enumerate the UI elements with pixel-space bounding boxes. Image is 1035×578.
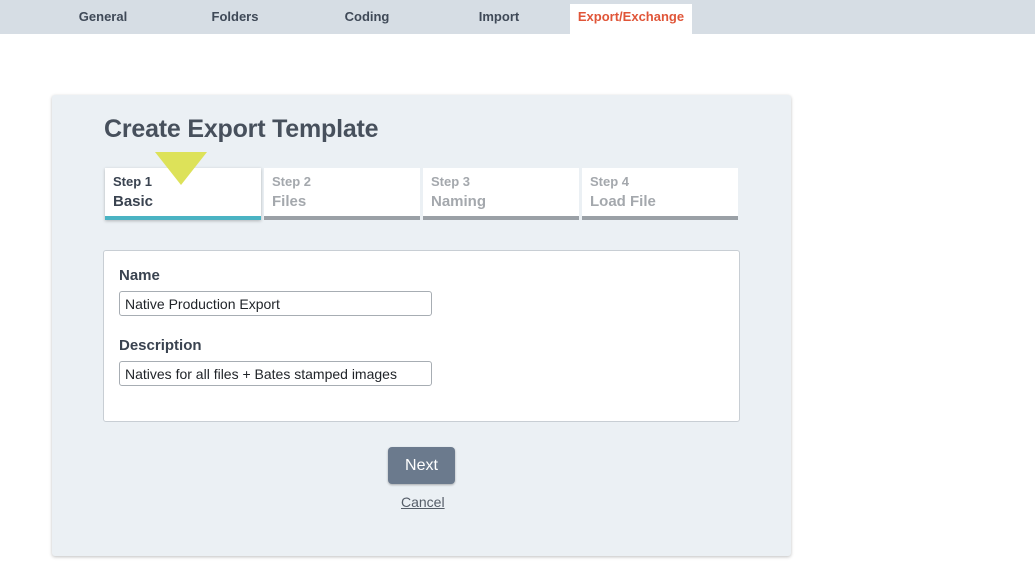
- step-number: Step 1: [113, 174, 153, 189]
- wizard-step-load-file[interactable]: Step 4 Load File: [582, 168, 738, 220]
- export-template-card: Create Export Template Step 1 Basic Step…: [52, 95, 791, 556]
- name-input[interactable]: [119, 291, 432, 316]
- tab-folders[interactable]: Folders: [194, 4, 276, 34]
- step-number: Step 4: [590, 174, 630, 189]
- next-button[interactable]: Next: [388, 447, 455, 484]
- name-label: Name: [119, 267, 160, 284]
- wizard-step-files[interactable]: Step 2 Files: [264, 168, 420, 220]
- step-name: Naming: [431, 193, 487, 210]
- tab-general[interactable]: General: [62, 4, 144, 34]
- page-title: Create Export Template: [104, 115, 379, 143]
- step-number: Step 2: [272, 174, 312, 189]
- description-input[interactable]: [119, 361, 432, 386]
- cancel-link[interactable]: Cancel: [401, 494, 445, 510]
- step-name: Basic: [113, 193, 154, 210]
- description-label: Description: [119, 337, 202, 354]
- basic-form-panel: Name Description: [103, 250, 740, 422]
- tab-import[interactable]: Import: [458, 4, 540, 34]
- step-number: Step 3: [431, 174, 471, 189]
- step-name: Load File: [590, 193, 656, 210]
- tab-export-exchange[interactable]: Export/Exchange: [570, 4, 692, 34]
- wizard-step-naming[interactable]: Step 3 Naming: [423, 168, 579, 220]
- current-step-pointer-icon: [155, 152, 207, 185]
- tab-coding[interactable]: Coding: [326, 4, 408, 34]
- step-name: Files: [272, 193, 307, 210]
- top-navigation: General Folders Coding Import Export/Exc…: [0, 0, 1035, 34]
